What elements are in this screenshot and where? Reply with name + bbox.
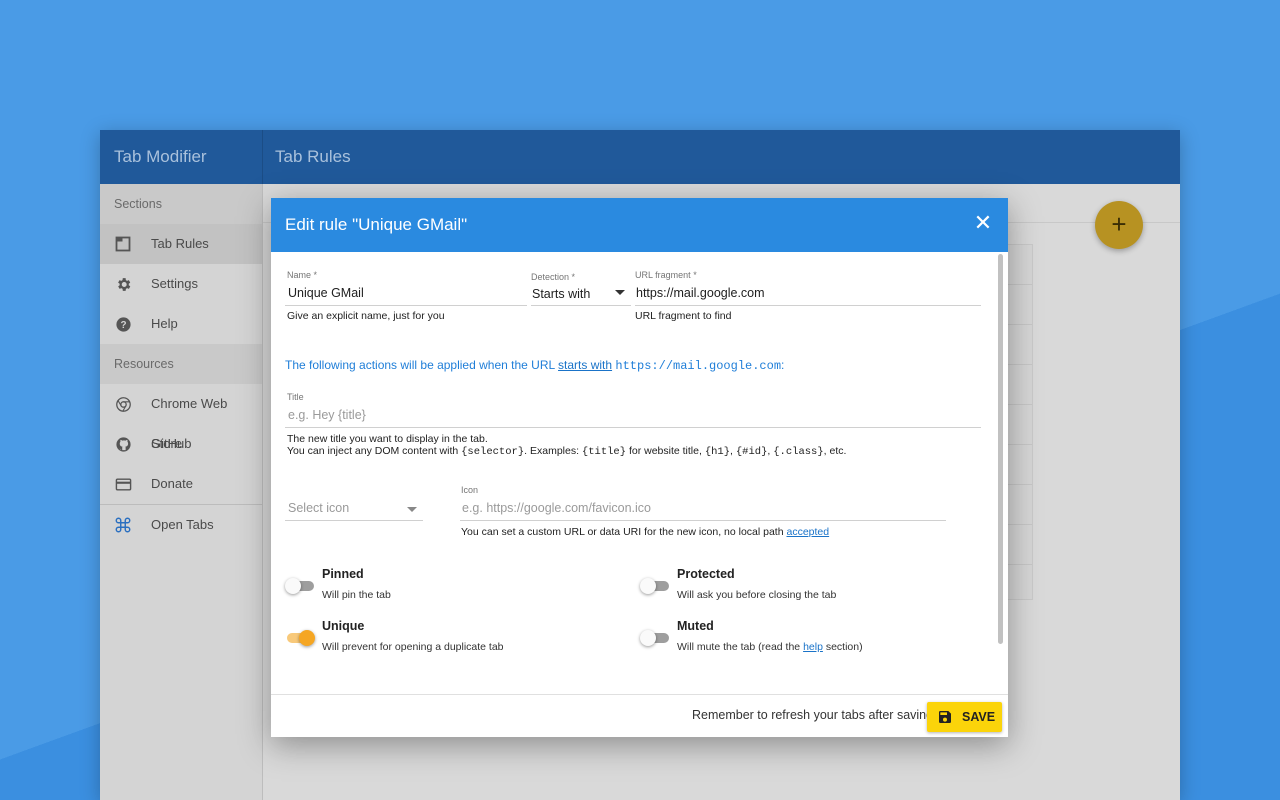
helper-text: You can inject any DOM content with <box>287 445 462 457</box>
unique-title: Unique <box>322 619 365 633</box>
title-helper-line2: You can inject any DOM content with {sel… <box>287 445 846 458</box>
accepted-link[interactable]: accepted <box>787 526 830 538</box>
dialog-footer: Remember to refresh your tabs after savi… <box>271 694 1008 737</box>
protected-desc: Will ask you before closing the tab <box>677 589 837 601</box>
name-helper: Give an explicit name, just for you <box>287 310 445 322</box>
muted-toggle[interactable] <box>640 630 670 646</box>
muted-title: Muted <box>677 619 714 633</box>
edit-rule-dialog: Edit rule "Unique GMail" ✕ Name * Unique… <box>271 198 1008 737</box>
name-label: Name * <box>287 270 318 280</box>
url-fragment-helper: URL fragment to find <box>635 310 732 322</box>
refresh-note: Remember to refresh your tabs after savi… <box>692 708 934 722</box>
info-suffix: : <box>781 358 785 372</box>
url-fragment-underline <box>635 305 981 306</box>
muted-desc-text: section) <box>822 641 863 653</box>
dialog-overlay: Edit rule "Unique GMail" ✕ Name * Unique… <box>0 0 1280 800</box>
save-label: SAVE <box>962 710 996 724</box>
url-fragment-field[interactable]: https://mail.google.com <box>636 286 765 300</box>
title-helper-line1: The new title you want to display in the… <box>287 433 488 445</box>
chevron-down-icon[interactable] <box>615 290 625 295</box>
pinned-toggle[interactable] <box>285 578 315 594</box>
title-label: Title <box>287 392 304 402</box>
helper-text: . Examples: <box>524 445 582 457</box>
helper-text: for website title, <box>626 445 705 457</box>
helper-code: {selector} <box>461 446 525 458</box>
unique-desc: Will prevent for opening a duplicate tab <box>322 641 504 653</box>
protected-title: Protected <box>677 567 735 581</box>
help-link[interactable]: help <box>803 641 823 653</box>
helper-code: {#id} <box>735 446 768 458</box>
detection-select[interactable]: Starts with <box>532 287 590 301</box>
info-text: The following actions will be applied wh… <box>285 358 559 372</box>
helper-text: You can set a custom URL or data URI for… <box>461 526 787 538</box>
dialog-title: Edit rule "Unique GMail" <box>285 215 468 234</box>
detection-label: Detection * <box>531 272 576 282</box>
helper-text: , etc. <box>823 445 847 457</box>
select-icon-underline <box>285 520 423 521</box>
icon-url-underline <box>460 520 946 521</box>
helper-code: {h1} <box>704 446 731 458</box>
title-field[interactable]: e.g. Hey {title} <box>288 408 366 422</box>
protected-toggle[interactable] <box>640 578 670 594</box>
title-underline <box>285 427 981 428</box>
select-icon-dropdown[interactable]: Select icon <box>288 501 349 515</box>
toggle-thumb <box>299 630 315 646</box>
actions-info: The following actions will be applied wh… <box>285 358 784 373</box>
starts-with-link[interactable]: starts with <box>558 358 612 372</box>
muted-desc-text: Will mute the tab (read the <box>677 641 804 653</box>
name-underline <box>285 305 527 306</box>
chevron-down-icon[interactable] <box>407 507 417 512</box>
icon-url-field[interactable]: e.g. https://google.com/favicon.ico <box>462 501 651 515</box>
muted-desc: Will mute the tab (read the help section… <box>677 641 863 653</box>
icon-label: Icon <box>461 485 479 495</box>
name-field[interactable]: Unique GMail <box>288 286 364 300</box>
dialog-body: Name * Unique GMail Give an explicit nam… <box>271 252 996 694</box>
pinned-title: Pinned <box>322 567 364 581</box>
save-button[interactable]: SAVE <box>927 702 1002 732</box>
pinned-desc: Will pin the tab <box>322 589 391 601</box>
close-icon[interactable]: ✕ <box>973 212 993 234</box>
icon-helper: You can set a custom URL or data URI for… <box>461 526 829 538</box>
save-icon <box>937 709 953 725</box>
info-url: https://mail.google.com <box>615 359 782 373</box>
unique-toggle[interactable] <box>285 630 315 646</box>
detection-underline <box>531 305 631 306</box>
toggle-thumb <box>285 578 301 594</box>
dialog-header: Edit rule "Unique GMail" ✕ <box>271 198 1008 252</box>
helper-code: {.class} <box>773 446 824 458</box>
url-fragment-label: URL fragment * <box>635 270 697 280</box>
toggle-thumb <box>640 630 656 646</box>
toggle-thumb <box>640 578 656 594</box>
helper-code: {title} <box>581 446 627 458</box>
dialog-scrollbar[interactable] <box>998 254 1003 644</box>
